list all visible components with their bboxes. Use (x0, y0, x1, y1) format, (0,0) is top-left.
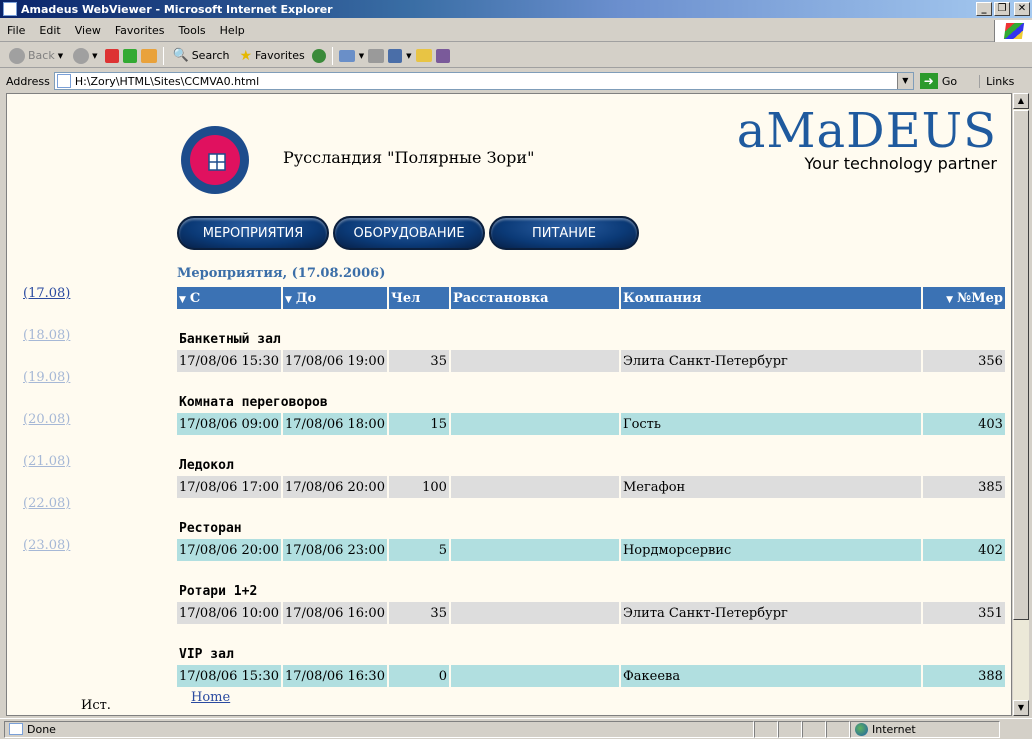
back-arrow-icon (9, 47, 25, 64)
forward-button[interactable]: ▼ (70, 45, 100, 67)
stop-icon[interactable] (104, 48, 119, 63)
close-button[interactable]: ✕ (1014, 2, 1030, 16)
menu-bar: File Edit View Favorites Tools Help (0, 19, 1032, 42)
page-icon (56, 74, 71, 88)
messenger-icon[interactable] (435, 48, 450, 63)
events-table: ▼ С ▼ До Чел Расстановка Компания ▼ №Мер Ба… (175, 287, 1007, 687)
search-button[interactable]: 🔍 Search (170, 45, 233, 67)
scroll-thumb[interactable] (1013, 110, 1029, 620)
vertical-scrollbar[interactable]: ▲ ▼ (1012, 93, 1029, 716)
sort-triangle-icon: ▼ (284, 294, 292, 305)
home-link[interactable]: Home (191, 690, 230, 705)
room-name: Комната переговоров (179, 395, 328, 410)
table-row[interactable]: 17/08/06 10:00 17/08/06 16:00 35 Элита Са… (177, 602, 1005, 624)
menu-help[interactable]: Help (213, 24, 252, 37)
windows-logo-icon (994, 19, 1032, 42)
table-row[interactable]: 17/08/06 17:00 17/08/06 20:00 100 Мегафон… (177, 476, 1005, 498)
address-dropdown-icon[interactable]: ▼ (896, 73, 913, 89)
page-content: Руссландия "Полярные Зори" aMaDEUS Your … (6, 93, 1012, 716)
scroll-down-icon[interactable]: ▼ (1013, 700, 1029, 716)
ist-label: Ист. (81, 698, 111, 713)
date-link-23[interactable]: (23.08) (23, 538, 70, 580)
room-name: Ледокол (179, 458, 234, 473)
russlandia-logo (181, 126, 249, 194)
column-header-layout[interactable]: Расстановка (450, 287, 619, 309)
back-button[interactable]: Back ▼ (6, 45, 66, 67)
column-header-company[interactable]: Компания (620, 287, 921, 309)
star-icon: ★ (239, 47, 253, 64)
menu-tools[interactable]: Tools (172, 24, 213, 37)
edit-icon[interactable] (388, 48, 403, 63)
status-bar: Done Internet (0, 718, 1032, 739)
status-main: Done (4, 720, 754, 738)
column-header-from[interactable]: ▼ С (177, 287, 281, 309)
sort-triangle-icon: ▼ (179, 294, 186, 305)
favorites-button[interactable]: ★ Favorites (236, 45, 307, 67)
maximize-button[interactable]: ❐ (994, 2, 1010, 16)
table-row[interactable]: 17/08/06 15:30 17/08/06 19:00 35 Элита Са… (177, 350, 1005, 372)
column-header-to[interactable]: ▼ До (282, 287, 387, 309)
table-row[interactable]: 17/08/06 15:30 17/08/06 16:30 0 Факеева 38… (177, 665, 1005, 687)
page-done-icon (9, 723, 23, 735)
go-button[interactable]: ➜ Go (919, 73, 957, 89)
security-zone: Internet (850, 720, 1000, 738)
forward-arrow-icon (73, 47, 90, 64)
home-icon[interactable] (140, 48, 157, 63)
folder-icon[interactable] (415, 49, 432, 62)
print-icon[interactable] (368, 48, 385, 63)
brand-word: aMaDEUS (736, 103, 997, 159)
nav-events-button[interactable]: МЕРОПРИЯТИЯ (177, 216, 329, 250)
globe-icon (855, 722, 868, 736)
menu-view[interactable]: View (68, 24, 108, 37)
menu-edit[interactable]: Edit (32, 24, 67, 37)
room-name: Банкетный зал (179, 332, 281, 347)
toolbar: Back ▼ ▼ 🔍 Search ★ Favorites ▼ ▼ (0, 44, 1032, 68)
date-link-22[interactable]: (22.08) (23, 496, 70, 538)
nav-equipment-button[interactable]: ОБОРУДОВАНИЕ (333, 216, 485, 250)
hotel-name: Руссландия "Полярные Зори" (283, 148, 535, 167)
refresh-icon[interactable] (122, 48, 137, 63)
sort-triangle-icon: ▼ (946, 294, 954, 305)
address-label: Address (6, 74, 50, 88)
section-title: Мероприятия, (17.08.2006) (177, 266, 386, 281)
go-arrow-icon: ➜ (919, 73, 938, 89)
address-bar: Address H:\Zory\HTML\Sites\CCMVA0.html ▼… (0, 70, 1032, 92)
column-header-number[interactable]: ▼ №Мер (922, 287, 1005, 309)
table-row[interactable]: 17/08/06 20:00 17/08/06 23:00 5 Нордморсе… (177, 539, 1005, 561)
room-name: Ротари 1+2 (179, 584, 258, 599)
address-input[interactable]: H:\Zory\HTML\Sites\CCMVA0.html ▼ (53, 72, 914, 90)
menu-file[interactable]: File (0, 24, 32, 37)
links-button[interactable]: Links (979, 74, 1014, 88)
room-name: Ресторан (179, 521, 242, 536)
amadeus-logo: aMaDEUS Your technology partner (707, 106, 997, 173)
column-header-people[interactable]: Чел (388, 287, 449, 309)
window-title: Amadeus WebViewer - Microsoft Internet E… (21, 2, 333, 16)
nav-catering-button[interactable]: ПИТАНИЕ (489, 216, 639, 250)
date-link-19[interactable]: (19.08) (23, 370, 70, 412)
scroll-up-icon[interactable]: ▲ (1013, 93, 1029, 109)
minimize-button[interactable]: _ (976, 2, 992, 16)
date-link-18[interactable]: (18.08) (23, 328, 70, 370)
date-link-20[interactable]: (20.08) (23, 412, 70, 454)
room-name: VIP зал (179, 647, 234, 662)
history-icon[interactable] (311, 48, 326, 63)
mail-icon[interactable] (338, 49, 355, 62)
date-list: (17.08) (18.08) (19.08) (20.08) (21.08) … (23, 286, 70, 580)
search-icon: 🔍 (172, 48, 189, 63)
ie-icon (3, 2, 17, 16)
menu-favorites[interactable]: Favorites (108, 24, 172, 37)
date-link-17[interactable]: (17.08) (23, 286, 70, 328)
nav-buttons: МЕРОПРИЯТИЯ ОБОРУДОВАНИЕ ПИТАНИЕ (177, 216, 639, 250)
date-link-21[interactable]: (21.08) (23, 454, 70, 496)
table-row[interactable]: 17/08/06 09:00 17/08/06 18:00 15 Гость 403 (177, 413, 1005, 435)
title-bar: Amadeus WebViewer - Microsoft Internet E… (0, 0, 1032, 18)
